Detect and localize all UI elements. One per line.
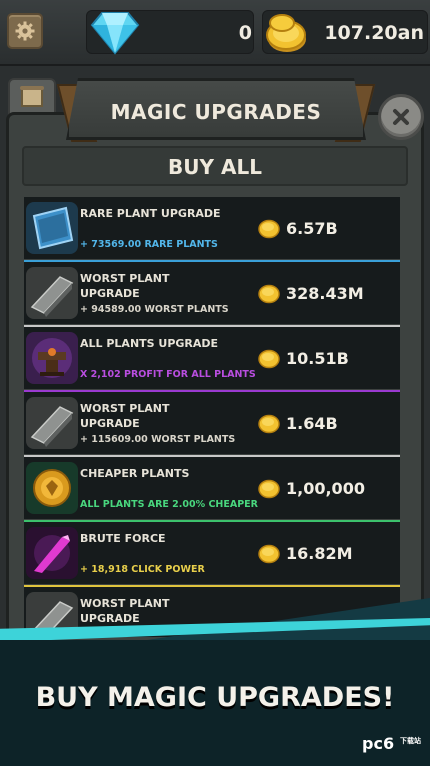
coin-icon [258,284,280,304]
price-label: 10.51B [286,349,349,368]
crystal-icon [26,527,78,579]
close-icon [393,109,409,125]
coin-count: 107.20an [324,22,424,44]
coin-icon [258,479,280,499]
gear-icon [15,21,35,41]
upgrade-list: RARE PLANT UPGRADE + 73569.00 RARE PLANT… [24,197,400,637]
coin-icon [258,414,280,434]
panel-title: MAGIC UPGRADES [110,100,322,124]
price-label: 1,00,000 [286,479,365,498]
watermark-logo: pc6 下载站 [362,734,421,753]
gold-coin-icon [26,462,78,514]
coin-icon [258,349,280,369]
upgrade-row[interactable]: RARE PLANT UPGRADE + 73569.00 RARE PLANT… [24,197,400,262]
upgrade-row[interactable]: ALL PLANTS UPGRADE X 2,102 PROFIT FOR AL… [24,327,400,392]
price-label: 1.64B [286,414,338,433]
promo-headline: BUY MAGIC UPGRADES! [35,682,395,713]
gem-count: 0 [238,22,252,44]
anvil-icon [26,332,78,384]
gray-brick-icon [26,397,78,449]
upgrade-row[interactable]: BRUTE FORCE + 18,918 CLICK POWER 16.82M [24,522,400,587]
blue-card-icon [26,202,78,254]
settings-button[interactable] [7,13,43,49]
coin-icon [258,219,280,239]
price-label: 328.43M [286,284,364,303]
buy-all-button[interactable]: BUY ALL [22,146,408,186]
coin-icon [258,544,280,564]
close-button[interactable] [378,94,424,140]
gray-brick-icon [26,267,78,319]
upgrade-row[interactable]: WORST PLANT UPGRADE + 94589.00 WORST PLA… [24,262,400,327]
gold-coins-icon [266,14,306,52]
upgrade-row[interactable]: WORST PLANT UPGRADE + 115609.00 WORST PL… [24,392,400,457]
price-label: 16.82M [286,544,353,563]
price-label: 6.57B [286,219,338,238]
upgrade-row[interactable]: CHEAPER PLANTS ALL PLANTS ARE 2.00% CHEA… [24,457,400,522]
diamond-icon [90,12,140,55]
